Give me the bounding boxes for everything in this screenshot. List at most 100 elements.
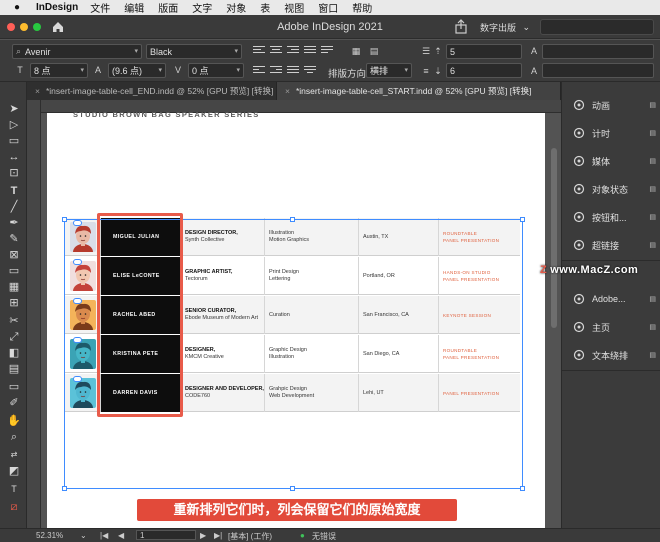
grid-on-icon[interactable]: ▤ (368, 45, 380, 57)
fill-stroke-icon[interactable]: ◩ (7, 464, 21, 478)
leading-field[interactable]: (9.6 点) ▾ (108, 63, 166, 78)
speaker-name-cell[interactable]: ELISE LeCONTE (101, 257, 181, 295)
home-icon[interactable] (51, 20, 65, 34)
font-family-select[interactable]: ⌕ Avenir ▾ (12, 44, 142, 59)
selection-tool-icon[interactable]: ➤ (7, 102, 21, 116)
grid-tool-icon[interactable]: ⊞ (7, 296, 21, 310)
tab-end-document[interactable]: × *insert-image-table-cell_END.indd @ 52… (27, 82, 277, 100)
panel-timing[interactable]: 计时 ▤ (562, 120, 660, 146)
page-header-text[interactable]: STUDIO BROWN BAG SPEAKER SERIES (73, 110, 260, 119)
rectangle-frame-tool-icon[interactable]: ⊠ (7, 248, 21, 262)
font-size-field[interactable]: 8 点 ▾ (30, 63, 88, 78)
hand-tool-icon[interactable]: ✋ (7, 414, 21, 428)
zoom-window-button[interactable] (33, 22, 41, 31)
speaker-table[interactable]: MIGUEL JULIAN DESIGN DIRECTOR, Synth Coll… (65, 218, 520, 412)
table-row[interactable]: KRISTINA PETE DESIGNER, KMCM Creative Gra… (65, 335, 520, 373)
speaker-field-cell[interactable]: Illustration Motion Graphics (265, 218, 359, 256)
bullet-list-icon[interactable]: ☰ (420, 45, 432, 57)
rectangle-tool-icon[interactable]: ▭ (7, 264, 21, 278)
speaker-field-cell[interactable]: Graphic Design Illustration (265, 335, 359, 373)
portrait-cell[interactable] (65, 257, 101, 295)
menu-file[interactable]: 文件 (90, 0, 110, 15)
speaker-field-cell[interactable]: Print Design Lettering (265, 257, 359, 295)
direct-selection-tool-icon[interactable]: ▷ (7, 118, 21, 132)
panel-media[interactable]: 媒体 ▤ (562, 148, 660, 174)
free-transform-tool-icon[interactable]: ⤢ (7, 330, 21, 344)
close-window-button[interactable] (7, 22, 15, 31)
panel-animation[interactable]: 动画 ▤ (562, 92, 660, 118)
preflight-status[interactable]: 无错误 (312, 531, 336, 542)
frame-handle[interactable] (290, 486, 295, 491)
tab-start-document[interactable]: × *insert-image-table-cell_START.indd @ … (277, 82, 561, 100)
menu-help[interactable]: 帮助 (352, 0, 372, 15)
speaker-title-cell[interactable]: DESIGN DIRECTOR, Synth Collective (181, 218, 265, 256)
portrait-cell[interactable] (65, 374, 101, 412)
type-tool-icon[interactable]: T (7, 184, 21, 198)
space-after-field[interactable]: 6 (446, 63, 522, 78)
fill-stroke-swap-icon[interactable]: ⇄ (7, 448, 21, 462)
panel-menu-icon[interactable]: ▤ (649, 101, 656, 109)
scissors-tool-icon[interactable]: ✂ (7, 314, 21, 328)
page-number-field[interactable]: 1 (136, 530, 196, 540)
justify-all-icon[interactable] (287, 66, 299, 77)
menu-type[interactable]: 文字 (192, 0, 212, 15)
menu-view[interactable]: 视图 (284, 0, 304, 15)
panel-menu-icon[interactable]: ▤ (649, 295, 656, 303)
table-row[interactable]: MIGUEL JULIAN DESIGN DIRECTOR, Synth Coll… (65, 218, 520, 256)
panel-menu-icon[interactable]: ▤ (649, 157, 656, 165)
mode-value[interactable]: [基本] (工作) (228, 531, 272, 542)
grid-off-icon[interactable]: ▦ (350, 45, 362, 57)
frame-handle[interactable] (520, 486, 525, 491)
frame-handle[interactable] (290, 217, 295, 222)
eyedropper-tool-icon[interactable]: ✐ (7, 396, 21, 410)
search-input[interactable] (540, 19, 654, 35)
portrait-cell[interactable] (65, 335, 101, 373)
vertical-scrollbar[interactable] (551, 148, 557, 328)
zoom-tool-icon[interactable]: ⌕ (7, 430, 21, 444)
panel-menu-icon[interactable]: ▤ (649, 351, 656, 359)
portrait-cell[interactable] (65, 296, 101, 334)
drop-cap-chars-field[interactable] (542, 63, 654, 78)
menu-edit[interactable]: 编辑 (124, 0, 144, 15)
gradient-feather-tool-icon[interactable]: ▤ (7, 362, 21, 376)
justify-center-icon[interactable] (304, 66, 316, 77)
link-icon[interactable] (73, 337, 82, 343)
speaker-name-cell[interactable]: DARREN DAVIS (101, 374, 181, 412)
speaker-title-cell[interactable]: DESIGNER, KMCM Creative (181, 335, 265, 373)
speaker-title-cell[interactable]: SENIOR CURATOR, Ebode Museum of Modern Ar… (181, 296, 265, 334)
panel-pages[interactable]: 主页 ▤ (562, 314, 660, 340)
panel-buttons[interactable]: 按钮和... ▤ (562, 204, 660, 230)
speaker-city-cell[interactable]: Portland, OR (359, 257, 439, 295)
frame-handle[interactable] (62, 486, 67, 491)
speaker-title-cell[interactable]: DESIGNER AND DEVELOPER, CODE760 (181, 374, 265, 412)
speaker-session-cell[interactable]: HANDS-ON STUDIO PANEL PRESENTATION (439, 257, 520, 295)
panel-menu-icon[interactable]: ▤ (649, 185, 656, 193)
gradient-swatch-tool-icon[interactable]: ◧ (7, 346, 21, 360)
font-style-select[interactable]: Black ▾ (146, 44, 242, 59)
numbered-list-icon[interactable]: ≡ (420, 65, 432, 77)
note-tool-icon[interactable]: ▭ (7, 380, 21, 394)
pencil-tool-icon[interactable]: ✎ (7, 232, 21, 246)
speaker-session-cell[interactable]: PANEL PRESENTATION (439, 374, 520, 412)
tracking-field[interactable]: 0 点 ▾ (188, 63, 244, 78)
apply-none-icon[interactable]: T (7, 482, 21, 496)
last-page-icon[interactable]: ▶| (214, 531, 222, 540)
zoom-level[interactable]: 52.31% (36, 531, 63, 540)
next-page-icon[interactable]: ▶ (200, 531, 206, 540)
speaker-city-cell[interactable]: San Francisco, CA (359, 296, 439, 334)
chevron-down-icon[interactable]: ⌄ (80, 531, 87, 540)
align-away-spine-icon[interactable] (270, 66, 282, 77)
align-right-icon[interactable] (287, 46, 299, 57)
space-before-field[interactable]: 5 (446, 44, 522, 59)
speaker-session-cell[interactable]: KEYNOTE SESSION (439, 296, 520, 334)
frame-handle[interactable] (520, 217, 525, 222)
close-icon[interactable]: × (285, 86, 290, 96)
align-center-icon[interactable] (270, 46, 282, 57)
panel-menu-icon[interactable]: ▤ (649, 241, 656, 249)
workspace-switcher[interactable]: 数字出版 ⌄ (477, 19, 533, 35)
drop-cap-lines-icon[interactable]: A (528, 65, 540, 77)
content-collector-icon[interactable]: ⊡ (7, 166, 21, 180)
justify-last-left-icon[interactable] (321, 46, 333, 57)
speaker-field-cell[interactable]: Grahpic Design Web Development (265, 374, 359, 412)
speaker-field-cell[interactable]: Curation (265, 296, 359, 334)
